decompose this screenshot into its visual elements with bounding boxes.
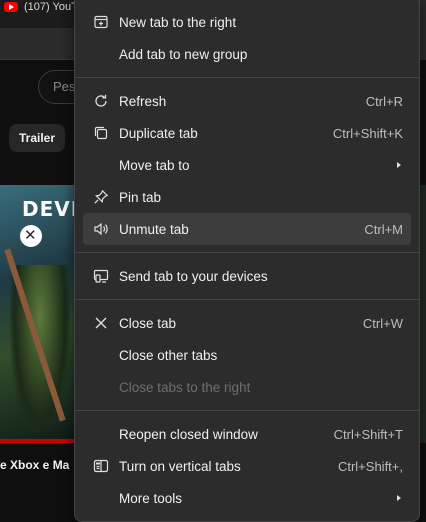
menu-item-label: Pin tab	[119, 189, 162, 205]
menu-item-duplicate-tab[interactable]: Duplicate tab Ctrl+Shift+K	[83, 117, 411, 149]
menu-item-close-other-tabs[interactable]: Close other tabs	[83, 339, 411, 371]
menu-item-shortcut: Ctrl+M	[364, 221, 403, 237]
menu-item-move-tab-to[interactable]: Move tab to	[83, 149, 411, 181]
menu-item-label: Turn on vertical tabs	[119, 458, 241, 474]
menu-item-shortcut: Ctrl+Shift+,	[337, 458, 403, 474]
menu-item-close-tabs-to-the-right: Close tabs to the right	[83, 371, 411, 403]
menu-item-label: Move tab to	[119, 157, 190, 173]
menu-item-label: Add tab to new group	[119, 46, 248, 62]
menu-item-shortcut: Ctrl+R	[365, 93, 403, 109]
menu-item-new-tab-to-the-right[interactable]: New tab to the right	[83, 6, 411, 38]
menu-item-more-tools[interactable]: More tools	[83, 482, 411, 514]
chevron-right-icon	[393, 161, 411, 169]
menu-item-pin-tab[interactable]: Pin tab	[83, 181, 411, 213]
menu-separator	[75, 410, 419, 411]
menu-item-shortcut: Ctrl+Shift+T	[333, 426, 403, 442]
menu-item-unmute-tab[interactable]: Unmute tab Ctrl+M	[83, 213, 411, 245]
send-devices-icon	[83, 268, 119, 284]
youtube-logo-icon	[4, 2, 18, 12]
filter-chip-trailer[interactable]: Trailer	[9, 124, 66, 152]
menu-item-label: Close other tabs	[119, 347, 218, 363]
menu-item-shortcut: Ctrl+W	[362, 315, 403, 331]
vertical-tabs-icon	[83, 458, 119, 474]
menu-item-label: Close tabs to the right	[119, 379, 251, 395]
menu-item-label: Refresh	[119, 93, 167, 109]
menu-item-label: Duplicate tab	[119, 125, 198, 141]
menu-item-add-tab-to-new-group[interactable]: Add tab to new group	[83, 38, 411, 70]
menu-item-close-tab[interactable]: Close tab Ctrl+W	[83, 307, 411, 339]
duplicate-icon	[83, 125, 119, 141]
menu-item-refresh[interactable]: Refresh Ctrl+R	[83, 85, 411, 117]
menu-item-label: Close tab	[119, 315, 177, 331]
menu-separator	[75, 77, 419, 78]
menu-separator	[75, 252, 419, 253]
menu-item-label: More tools	[119, 490, 183, 506]
video-thumbnail[interactable]: DEVEL	[0, 185, 78, 443]
thumbnail-brand-text: DEVEL	[22, 197, 78, 221]
menu-item-label: Reopen closed window	[119, 426, 258, 442]
refresh-icon	[83, 93, 119, 109]
video-title[interactable]: e Xbox e Ma	[0, 458, 78, 472]
menu-item-turn-on-vertical-tabs[interactable]: Turn on vertical tabs Ctrl+Shift+,	[83, 450, 411, 482]
menu-item-reopen-closed-window[interactable]: Reopen closed window Ctrl+Shift+T	[83, 418, 411, 450]
menu-separator	[75, 299, 419, 300]
screen: (107) YouTube Pesquisar Trailer DEVEL e …	[0, 0, 426, 522]
tab-context-menu: New tab to the right Add tab to new group…	[74, 0, 420, 522]
chevron-right-icon	[393, 494, 411, 502]
xbox-logo-icon	[20, 225, 42, 247]
close-icon	[83, 315, 119, 331]
menu-item-label: New tab to the right	[119, 14, 237, 30]
menu-item-label: Unmute tab	[119, 221, 189, 237]
new-tab-icon	[83, 14, 119, 30]
speaker-icon	[83, 221, 119, 237]
menu-item-label: Send tab to your devices	[119, 268, 268, 284]
watch-progress-bar	[0, 439, 78, 443]
menu-item-shortcut: Ctrl+Shift+K	[332, 125, 403, 141]
pin-icon	[83, 189, 119, 205]
menu-item-send-tab-to-your-devices[interactable]: Send tab to your devices	[83, 260, 411, 292]
